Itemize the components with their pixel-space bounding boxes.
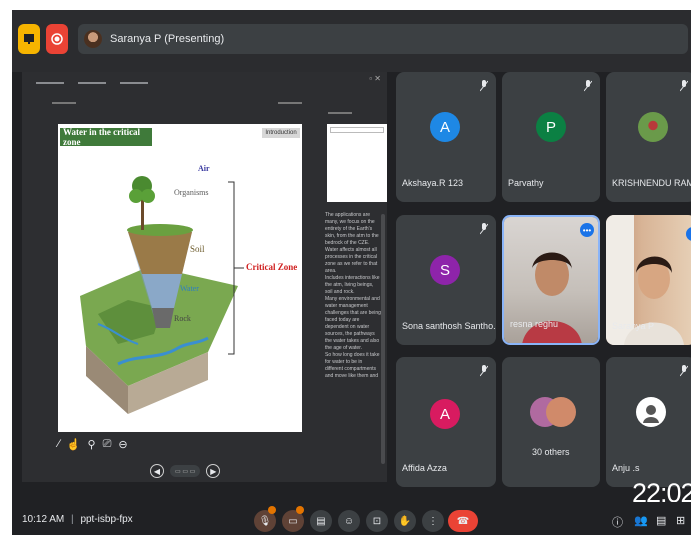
participant-tile[interactable]: Saranya P (606, 215, 691, 345)
label-air: Air (198, 164, 210, 173)
emoji-button[interactable]: ☺ (338, 510, 360, 532)
participant-name: KRISHNENDU RAMOAS (612, 178, 691, 188)
participant-photo-avatar (638, 112, 668, 142)
next-slide-button[interactable]: ▶ (206, 464, 221, 478)
speaker-notes: The applications are many, we focus on t… (325, 212, 387, 482)
presenter-avatar (84, 30, 102, 48)
participant-name: Anju .s (612, 463, 640, 473)
mic-off-icon (480, 223, 488, 235)
chat-icon[interactable]: ▤ (656, 514, 666, 527)
meet-window: Saranya P (Presenting) ▫ ✕ Water in the … (12, 10, 691, 535)
slide-title: Water in the critical zone (60, 127, 152, 147)
previous-slide-button[interactable]: ◀ (150, 464, 164, 478)
participant-avatar: S (430, 255, 460, 285)
people-icon[interactable]: 👥 (634, 514, 648, 527)
others-count: 30 others (532, 447, 570, 457)
activities-icon[interactable]: ⊞ (676, 514, 685, 527)
label-soil: Soil (190, 244, 205, 254)
toolbar-item[interactable] (36, 82, 64, 84)
note-item: Many environmental and water management … (325, 296, 381, 351)
participant-name: Affida Azza (402, 463, 447, 473)
participant-tile[interactable]: S Sona santhosh Santho... (396, 215, 496, 345)
bottom-control-bar: 10:12 AM | ppt-isbp-fpx 🎙 ▭ ▤ ☺ ⊡ ✋ ⋮ ☎ … (12, 502, 691, 535)
leave-call-button[interactable]: ☎ (448, 510, 478, 532)
record-icon[interactable] (46, 24, 68, 54)
participant-name: Parvathy (508, 178, 544, 188)
label-water: Water (180, 284, 199, 293)
participant-tile[interactable]: A Affida Azza (396, 357, 496, 487)
participant-avatar: A (430, 399, 460, 429)
window-controls-icon[interactable]: ▫ ✕ (369, 74, 381, 83)
toolbar-item[interactable] (78, 82, 106, 84)
notes-scrollbar[interactable] (381, 214, 385, 464)
presenter-label: Saranya P (Presenting) (110, 33, 225, 45)
drawing-tools: ∕ ☝ ⚲ ⎚ ⊖ (58, 438, 128, 451)
toolbar-item[interactable] (120, 82, 148, 84)
participant-name: Saranya P (612, 321, 655, 331)
slide-counter: ▭ ▭ ▭ (170, 465, 201, 477)
others-tile[interactable]: 30 others (502, 357, 600, 487)
pointer-icon[interactable]: ⎚ (103, 438, 112, 451)
current-time: 10:12 AM (22, 514, 65, 525)
participant-name: Sona santhosh Santho... (402, 321, 496, 331)
critical-zone-illustration (80, 176, 244, 414)
mic-off-icon (584, 80, 592, 92)
captions-button[interactable]: ▤ (310, 510, 332, 532)
slide-navigation: ◀ ▭ ▭ ▭ ▶ (150, 464, 221, 478)
mic-off-icon (680, 365, 688, 377)
meeting-code: ppt-isbp-fpx (80, 514, 133, 525)
participant-avatar: P (536, 112, 566, 142)
note-item: The applications are many, we focus on t… (325, 212, 379, 246)
note-item: Includes interactions like the atm, livi… (325, 275, 380, 295)
label-organisms: Organisms (174, 188, 209, 197)
pen-icon[interactable]: ∕ (58, 438, 60, 451)
more-options-button[interactable]: ⋮ (422, 510, 444, 532)
slideshow-toolbar (22, 76, 387, 90)
participant-avatar: A (430, 112, 460, 142)
presentation-area: ▫ ✕ Water in the critical zone Introduct… (22, 72, 387, 482)
others-avatar-icon (546, 397, 576, 427)
more-options-icon[interactable]: ••• (580, 223, 594, 237)
participant-tile[interactable]: KRISHNENDU RAMOAS (606, 72, 691, 202)
notification-badge (268, 506, 276, 514)
next-slide-label (328, 112, 352, 114)
label-rock: Rock (174, 314, 191, 323)
label-critical-zone: Critical Zone (246, 262, 298, 272)
zoom-icon[interactable]: ⚲ (88, 438, 96, 451)
participant-tile[interactable]: A Akshaya.R 123 (396, 72, 496, 202)
info-icon[interactable]: ⓘ (612, 514, 623, 530)
participant-name: resna reghu (510, 319, 559, 329)
raise-hand-button[interactable]: ✋ (394, 510, 416, 532)
participant-name: Akshaya.R 123 (402, 178, 464, 188)
participant-photo-avatar (636, 397, 666, 427)
participant-tile[interactable]: Anju .s (606, 357, 691, 487)
current-slide: Water in the critical zone Introduction … (58, 124, 302, 432)
participant-tile[interactable]: P Parvathy (502, 72, 600, 202)
mic-off-icon (480, 80, 488, 92)
note-item: Water affects almost all processes in th… (325, 247, 378, 274)
mic-off-icon (480, 365, 488, 377)
notification-badge (296, 506, 304, 514)
top-bar: Saranya P (Presenting) (12, 10, 691, 72)
hand-pointer-icon[interactable]: ☝ (67, 438, 81, 451)
mic-off-icon (680, 80, 688, 92)
presenter-indicator: Saranya P (Presenting) (78, 24, 688, 54)
meeting-info: 10:12 AM | ppt-isbp-fpx (22, 514, 133, 525)
next-slide-thumbnail[interactable] (327, 124, 387, 202)
note-item: So how long does it take for water to be… (325, 352, 380, 379)
present-button[interactable]: ⊡ (366, 510, 388, 532)
slide-info (52, 102, 302, 112)
options-icon[interactable]: ⊖ (118, 438, 127, 451)
section-tag: Introduction (262, 128, 300, 138)
participant-tile-active-speaker[interactable]: ••• resna reghu (502, 215, 600, 345)
presentation-icon[interactable] (18, 24, 40, 54)
